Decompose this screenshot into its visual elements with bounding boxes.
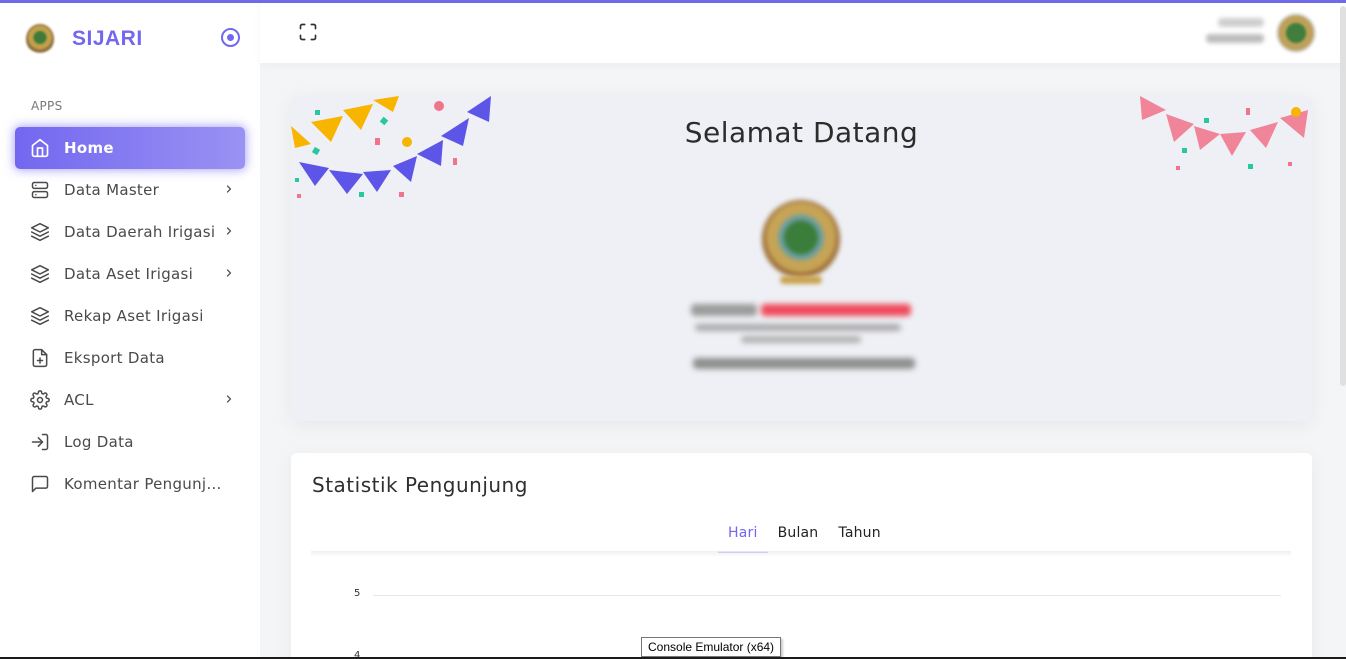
- top-accent-line: [0, 0, 1346, 3]
- sidebar-item-data-aset-irigasi[interactable]: Data Aset Irigasi: [15, 253, 245, 295]
- layers-icon: [30, 264, 50, 284]
- blurred-province-name: [693, 358, 915, 369]
- sidebar-item-komentar-pengunjung[interactable]: Komentar Pengunjung: [15, 463, 245, 505]
- visitor-stats-card: Statistik Pengunjung Hari Bulan Tahun 5 …: [291, 453, 1312, 659]
- chevron-right-icon: [226, 269, 232, 277]
- sidebar-item-rekap-aset-irigasi[interactable]: Rekap Aset Irigasi: [15, 295, 245, 337]
- sidebar-item-label: Data Aset Irigasi: [64, 265, 194, 283]
- gear-icon: [30, 390, 50, 410]
- log-in-icon: [30, 432, 50, 452]
- tab-tahun[interactable]: Tahun: [828, 523, 890, 553]
- emblem-ribbon: [780, 276, 822, 284]
- y-tick-label: 5: [354, 588, 361, 599]
- sidebar-item-label: Rekap Aset Irigasi: [64, 307, 204, 325]
- tabs-divider: [311, 551, 1291, 557]
- sidebar-item-label: ACL: [64, 391, 94, 409]
- layers-icon: [30, 222, 50, 242]
- sidebar-item-label: Data Daerah Irigasi: [64, 223, 216, 241]
- top-navbar: [260, 0, 1346, 63]
- sidebar-item-data-daerah-irigasi[interactable]: Data Daerah Irigasi: [15, 211, 245, 253]
- emblem-shield: [762, 200, 840, 278]
- sidebar-item-eksport-data[interactable]: Eksport Data: [15, 337, 245, 379]
- menu-section-label: APPS: [31, 99, 63, 113]
- avatar[interactable]: [1276, 13, 1316, 53]
- brand[interactable]: SIJARI: [26, 24, 143, 54]
- user-info-blurred[interactable]: [1206, 15, 1264, 47]
- stats-tabs: Hari Bulan Tahun: [718, 523, 891, 553]
- server-icon: [30, 180, 50, 200]
- chart-gridline: [373, 595, 1281, 596]
- tab-hari[interactable]: Hari: [718, 523, 768, 553]
- visitor-chart: 5 4: [341, 583, 1291, 659]
- welcome-card: Selamat Datang: [291, 96, 1312, 421]
- sidebar-item-data-master[interactable]: Data Master: [15, 169, 245, 211]
- layers-icon: [30, 306, 50, 326]
- message-square-icon: [30, 474, 50, 494]
- page-scrollbar[interactable]: [1340, 6, 1346, 386]
- sidebar-item-label: Home: [64, 139, 114, 157]
- bunting-decoration-left: [291, 96, 491, 198]
- blurred-org-subtitle: [695, 324, 901, 331]
- welcome-title: Selamat Datang: [684, 116, 919, 149]
- sidebar-item-home[interactable]: Home: [15, 127, 245, 169]
- user-name-blurred: [1218, 18, 1264, 27]
- province-emblem-blurred: [760, 200, 842, 288]
- blurred-org-name-highlight: [761, 304, 911, 316]
- blurred-org-subtitle-2: [741, 336, 861, 343]
- maximize-icon[interactable]: [298, 22, 318, 42]
- chevron-right-icon: [226, 185, 232, 193]
- sidebar-menu: Home Data Master Data Daerah Irigasi Dat…: [15, 127, 245, 505]
- brand-logo: [26, 24, 54, 54]
- sidebar-item-label: Log Data: [64, 433, 134, 451]
- sidebar-item-log-data[interactable]: Log Data: [15, 421, 245, 463]
- taskbar-tooltip: Console Emulator (x64): [641, 637, 782, 657]
- sidebar-item-label: Komentar Pengunjung: [64, 475, 224, 493]
- brand-name: SIJARI: [72, 27, 143, 50]
- user-role-blurred: [1206, 34, 1264, 43]
- blurred-org-name: [691, 304, 757, 316]
- tab-bulan[interactable]: Bulan: [768, 523, 829, 553]
- sidebar-item-label: Data Master: [64, 181, 160, 199]
- home-icon: [30, 138, 50, 158]
- sidebar-item-label: Eksport Data: [64, 349, 165, 367]
- chevron-right-icon: [226, 395, 232, 403]
- sidebar-toggle-icon[interactable]: [221, 28, 240, 47]
- sidebar: SIJARI APPS Home Data Master Data Daerah…: [0, 0, 260, 659]
- file-plus-icon: [30, 348, 50, 368]
- sidebar-item-acl[interactable]: ACL: [15, 379, 245, 421]
- stats-title: Statistik Pengunjung: [312, 473, 528, 497]
- chevron-right-icon: [226, 227, 232, 235]
